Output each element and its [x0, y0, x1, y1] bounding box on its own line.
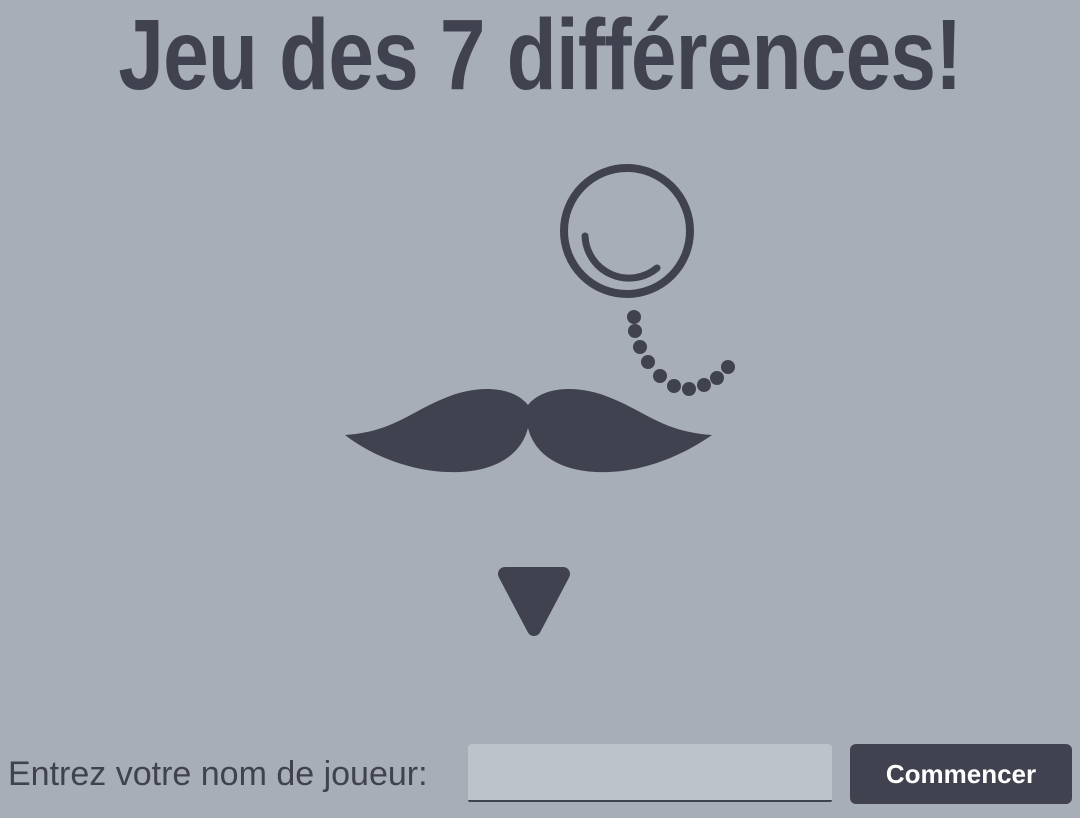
mustache-icon [345, 388, 712, 473]
goatee-icon [498, 567, 570, 636]
monocle-chain-icon [627, 310, 735, 396]
player-name-form: Entrez votre nom de joueur: Commencer [0, 744, 1080, 804]
player-name-label: Entrez votre nom de joueur: [8, 755, 428, 793]
gentleman-illustration [330, 150, 750, 650]
start-button[interactable]: Commencer [850, 744, 1072, 804]
page-title: Jeu des 7 différences! [118, 0, 962, 111]
player-name-input[interactable] [468, 744, 832, 802]
monocle-icon [560, 164, 694, 298]
